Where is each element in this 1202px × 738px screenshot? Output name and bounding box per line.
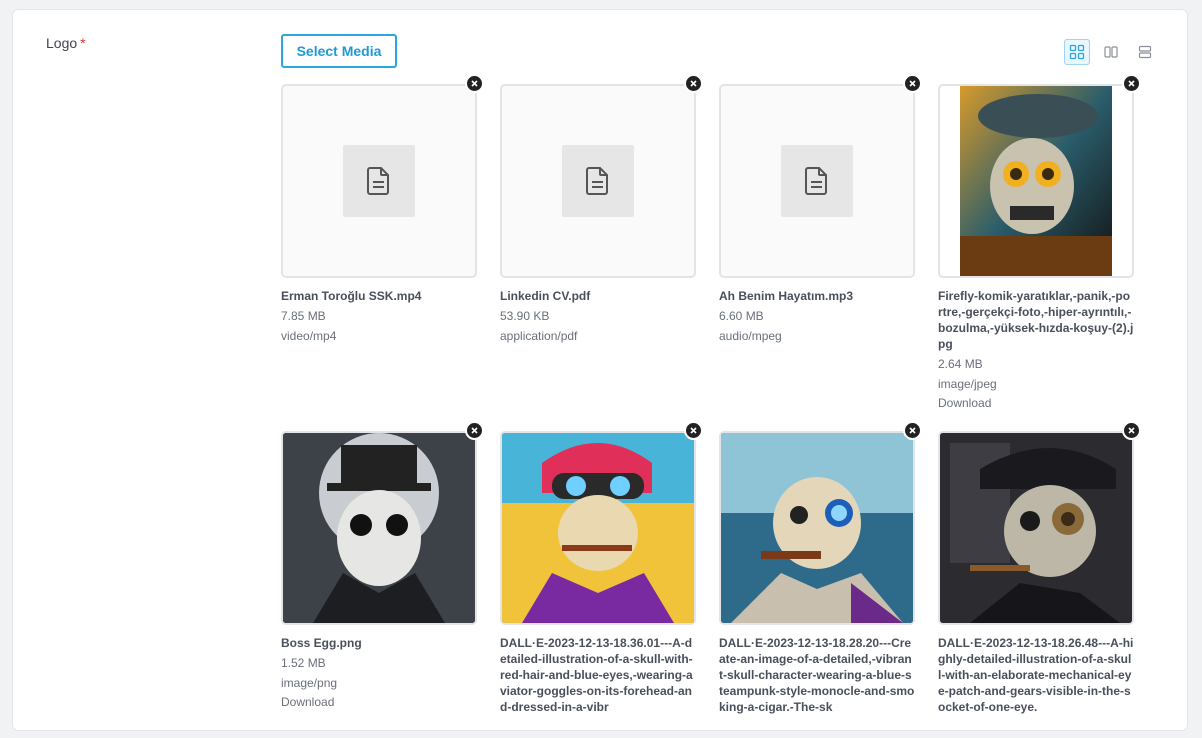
file-type: audio/mpeg [719, 329, 782, 343]
file-type: image/png [281, 676, 338, 690]
file-size: 6.60 MB [719, 309, 764, 323]
media-thumbnail[interactable] [281, 431, 477, 625]
download-link[interactable]: Download [281, 694, 477, 710]
file-size: 7.85 MB [281, 309, 326, 323]
document-icon [586, 167, 608, 195]
file-placeholder [562, 145, 634, 217]
field-label-text: Logo [46, 35, 78, 51]
close-icon [471, 427, 478, 434]
media-thumbnail[interactable] [938, 84, 1134, 278]
skull-monocle-image [721, 433, 913, 623]
media-thumbnail[interactable] [500, 84, 696, 278]
select-media-button[interactable]: Select Media [281, 34, 397, 68]
required-mark: * [80, 35, 86, 51]
file-placeholder [781, 145, 853, 217]
download-link[interactable]: Download [938, 395, 1134, 411]
media-field-card: Logo * Select Media Erman Toroğlu SSK.mp4… [12, 9, 1188, 731]
file-placeholder [343, 145, 415, 217]
remove-button[interactable] [1122, 421, 1141, 440]
media-meta: Ah Benim Hayatım.mp3 6.60 MB audio/mpeg [719, 288, 915, 344]
close-icon [1128, 427, 1135, 434]
file-name: DALL·E-2023-12-13-18.36.01---A-detailed-… [500, 636, 693, 714]
document-icon [367, 167, 389, 195]
file-name: Linkedin CV.pdf [500, 289, 591, 303]
file-name: Ah Benim Hayatım.mp3 [719, 289, 854, 303]
list-view-button[interactable] [1132, 39, 1158, 65]
media-thumbnail[interactable] [281, 84, 477, 278]
skull-mechanical-image [940, 433, 1132, 623]
close-icon [690, 427, 697, 434]
remove-button[interactable] [903, 74, 922, 93]
remove-button[interactable] [903, 421, 922, 440]
field-label: Logo * [46, 35, 86, 51]
close-icon [909, 427, 916, 434]
close-icon [471, 80, 478, 87]
file-size: 1.52 MB [281, 656, 326, 670]
media-meta: Boss Egg.png 1.52 MB image/png Download [281, 635, 477, 710]
close-icon [1128, 80, 1135, 87]
document-icon [805, 167, 827, 195]
columns-view-button[interactable] [1098, 39, 1124, 65]
file-name: Boss Egg.png [281, 636, 362, 650]
grid-view-icon [1069, 44, 1085, 60]
file-type: application/pdf [500, 329, 578, 343]
file-name: DALL·E-2023-12-13-18.26.48---A-highly-de… [938, 636, 1134, 714]
file-type: video/mp4 [281, 329, 337, 343]
file-name: DALL·E-2023-12-13-18.28.20---Create-an-i… [719, 636, 915, 714]
skull-aviator-image [502, 433, 694, 623]
media-meta: DALL·E-2023-12-13-18.28.20---Create-an-i… [719, 635, 915, 715]
media-thumbnail[interactable] [719, 431, 915, 625]
columns-view-icon [1104, 46, 1118, 58]
file-name: Erman Toroğlu SSK.mp4 [281, 289, 422, 303]
remove-button[interactable] [684, 74, 703, 93]
close-icon [690, 80, 697, 87]
close-icon [909, 80, 916, 87]
remove-button[interactable] [1122, 74, 1141, 93]
skull-steampunk-image [960, 86, 1112, 276]
media-meta: Firefly-komik-yaratıklar,-panik,-portre,… [938, 288, 1134, 411]
media-thumbnail[interactable] [938, 431, 1134, 625]
file-size: 2.64 MB [938, 357, 983, 371]
media-meta: Linkedin CV.pdf 53.90 KB application/pdf [500, 288, 696, 344]
file-type: image/jpeg [938, 377, 997, 391]
remove-button[interactable] [465, 74, 484, 93]
list-view-icon [1138, 45, 1152, 59]
media-meta: DALL·E-2023-12-13-18.26.48---A-highly-de… [938, 635, 1134, 715]
media-thumbnail[interactable] [500, 431, 696, 625]
remove-button[interactable] [465, 421, 484, 440]
boss-egg-image [283, 433, 475, 623]
grid-view-button[interactable] [1064, 39, 1090, 65]
file-size: 53.90 KB [500, 309, 550, 323]
file-name: Firefly-komik-yaratıklar,-panik,-portre,… [938, 289, 1134, 351]
media-meta: DALL·E-2023-12-13-18.36.01---A-detailed-… [500, 635, 696, 715]
media-thumbnail[interactable] [719, 84, 915, 278]
remove-button[interactable] [684, 421, 703, 440]
media-meta: Erman Toroğlu SSK.mp4 7.85 MB video/mp4 [281, 288, 477, 344]
